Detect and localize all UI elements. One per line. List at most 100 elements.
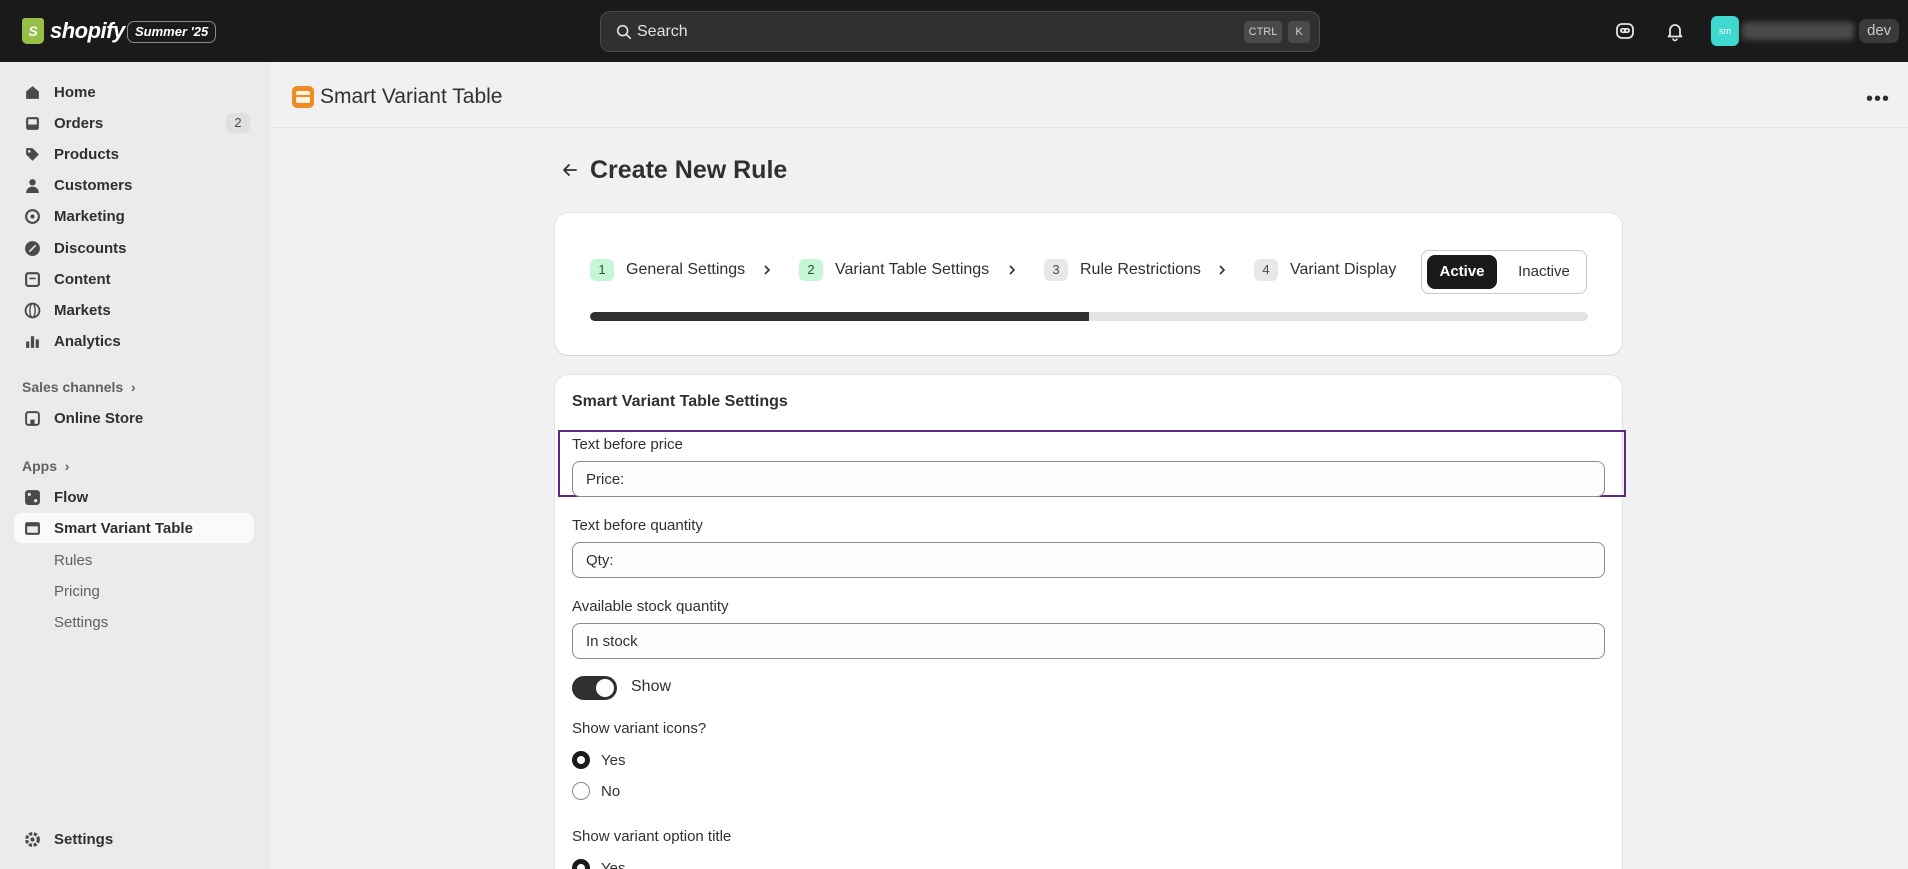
chevron-right-icon bbox=[1219, 265, 1226, 275]
variant-icons-no-label: No bbox=[601, 783, 621, 800]
sidebar-item-discounts[interactable]: Discounts bbox=[14, 233, 254, 263]
settings-card: Smart Variant Table Settings Text before… bbox=[555, 375, 1626, 869]
app-table-icon bbox=[25, 522, 40, 535]
switch-knob bbox=[596, 679, 614, 697]
sidebar-item-label: Marketing bbox=[54, 208, 125, 225]
show-variant-option-title-label: Show variant option title bbox=[572, 828, 732, 845]
sales-channels-header[interactable]: Sales channels › bbox=[22, 379, 136, 395]
sidebar-subitem-rules[interactable]: Rules bbox=[54, 552, 92, 569]
progress-bar bbox=[590, 312, 1588, 321]
step-label: General Settings bbox=[626, 261, 746, 278]
step-number: 3 bbox=[1044, 259, 1068, 281]
shortcut-ctrl: CTRL bbox=[1244, 21, 1282, 43]
available-stock-quantity-input[interactable] bbox=[572, 623, 1605, 659]
sidebar-item-home[interactable]: Home bbox=[14, 77, 254, 107]
sidebar-item-label: Content bbox=[54, 271, 111, 288]
apps-header[interactable]: Apps › bbox=[22, 458, 69, 474]
sales-channels-label: Sales channels bbox=[22, 379, 124, 395]
step-label: Variant Table Settings bbox=[835, 261, 990, 278]
step-label: Variant Display bbox=[1290, 261, 1397, 278]
step-variant-display[interactable]: 4 Variant Display bbox=[1254, 259, 1396, 281]
sidebar-item-content[interactable]: Content bbox=[14, 264, 254, 294]
sidebar-item-customers[interactable]: Customers bbox=[14, 170, 254, 200]
logo-text: shopify bbox=[50, 18, 125, 43]
sidebar-item-label: Online Store bbox=[54, 410, 144, 427]
search-placeholder: Search bbox=[637, 23, 688, 40]
sidebar-subitem-pricing[interactable]: Pricing bbox=[54, 583, 100, 600]
page-title: Create New Rule bbox=[590, 156, 788, 184]
sidebar-item-settings[interactable]: Settings bbox=[14, 824, 254, 854]
apps-label: Apps bbox=[22, 458, 57, 474]
variant-icons-yes-radio[interactable] bbox=[572, 751, 590, 769]
sidebar-item-flow[interactable]: Flow bbox=[14, 482, 254, 512]
top-bar: shopify Summer '25 Search CTRL K sm dev bbox=[0, 0, 1908, 62]
search-bar[interactable]: Search CTRL K bbox=[600, 11, 1320, 52]
app-icon bbox=[292, 86, 314, 108]
variant-icons-yes-label: Yes bbox=[601, 752, 626, 769]
status-toggle: Active Inactive bbox=[1421, 250, 1587, 294]
store-avatar[interactable]: sm bbox=[1711, 16, 1739, 46]
sidebar-item-online-store[interactable]: Online Store bbox=[14, 403, 254, 433]
show-toggle-label: Show bbox=[631, 678, 672, 695]
sidebar-item-markets[interactable]: Markets bbox=[14, 295, 254, 325]
text-before-price-label: Text before price bbox=[572, 436, 683, 453]
step-number: 2 bbox=[799, 259, 823, 281]
sidebar-item-label: Analytics bbox=[54, 333, 121, 350]
sidebar-item-analytics[interactable]: Analytics bbox=[14, 326, 254, 356]
bar-chart-icon bbox=[26, 336, 39, 348]
sidebar-item-smart-variant-table[interactable]: Smart Variant Table bbox=[14, 513, 254, 543]
edition-badge: Summer '25 bbox=[127, 21, 217, 43]
step-general-settings[interactable]: 1 General Settings bbox=[590, 259, 745, 281]
chevron-right-icon: › bbox=[127, 379, 136, 395]
store-icon bbox=[25, 411, 40, 426]
target-icon bbox=[25, 209, 40, 224]
sidebar-item-orders[interactable]: Orders 2 bbox=[14, 108, 254, 138]
tag-icon bbox=[26, 148, 39, 161]
person-icon bbox=[26, 179, 39, 193]
step-rule-restrictions[interactable]: 3 Rule Restrictions bbox=[1044, 259, 1201, 281]
app-title: Smart Variant Table bbox=[320, 85, 503, 108]
steps-card: 1 General Settings 2 Variant Table Setti… bbox=[555, 213, 1622, 355]
step-label: Rule Restrictions bbox=[1080, 261, 1201, 278]
active-button[interactable]: Active bbox=[1427, 255, 1497, 289]
sidebar-item-label: Home bbox=[54, 84, 96, 101]
back-arrow-icon[interactable] bbox=[558, 158, 582, 182]
chevron-right-icon bbox=[1009, 265, 1016, 275]
content-icon bbox=[25, 272, 40, 287]
sidebar-item-label: Products bbox=[54, 146, 120, 163]
sidekick-icon[interactable] bbox=[1614, 20, 1636, 42]
show-toggle-switch[interactable] bbox=[572, 676, 617, 700]
chevron-right-icon: › bbox=[60, 458, 70, 474]
dev-badge: dev bbox=[1859, 19, 1900, 43]
app-header: Smart Variant Table ••• bbox=[270, 62, 1908, 128]
variant-icons-no-radio[interactable] bbox=[572, 782, 590, 800]
inactive-button[interactable]: Inactive bbox=[1505, 255, 1583, 289]
show-variant-icons-label: Show variant icons? bbox=[572, 720, 707, 737]
step-variant-table-settings[interactable]: 2 Variant Table Settings bbox=[799, 259, 989, 281]
option-title-yes-radio[interactable] bbox=[572, 859, 590, 869]
shopify-bag-icon bbox=[22, 18, 44, 44]
sidebar: Home Orders 2 Products Customers Marketi… bbox=[0, 62, 270, 869]
store-name-redacted[interactable] bbox=[1742, 22, 1854, 40]
search-icon bbox=[616, 24, 632, 40]
step-number: 1 bbox=[590, 259, 614, 281]
bell-icon[interactable] bbox=[1664, 20, 1686, 42]
step-number: 4 bbox=[1254, 259, 1278, 281]
sidebar-subitem-settings[interactable]: Settings bbox=[54, 614, 108, 631]
globe-icon bbox=[24, 302, 41, 319]
text-before-quantity-input[interactable] bbox=[572, 542, 1605, 578]
settings-card-title: Smart Variant Table Settings bbox=[572, 393, 788, 410]
sidebar-item-marketing[interactable]: Marketing bbox=[14, 201, 254, 231]
sidebar-item-products[interactable]: Products bbox=[14, 139, 254, 169]
sidebar-item-label: Discounts bbox=[54, 240, 127, 257]
sidebar-item-label: Orders bbox=[54, 115, 104, 132]
text-before-price-input[interactable] bbox=[572, 461, 1605, 497]
available-stock-quantity-label: Available stock quantity bbox=[572, 598, 729, 615]
more-actions-icon[interactable]: ••• bbox=[1866, 88, 1890, 111]
discount-icon bbox=[25, 241, 40, 256]
text-before-quantity-label: Text before quantity bbox=[572, 517, 703, 534]
shopify-logo[interactable]: shopify bbox=[22, 18, 125, 44]
sidebar-item-label: Markets bbox=[54, 302, 111, 319]
chevron-right-icon bbox=[764, 265, 771, 275]
home-icon bbox=[26, 86, 39, 99]
